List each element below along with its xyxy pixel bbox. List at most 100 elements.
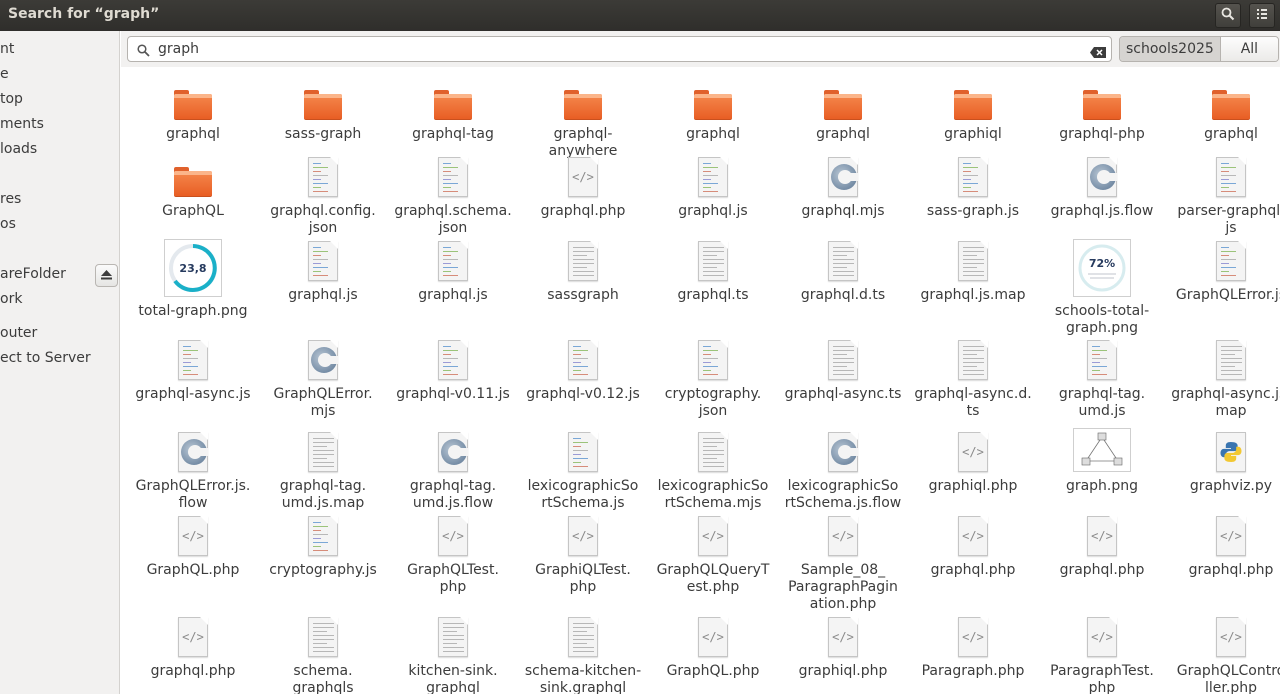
file-item[interactable]: GraphQL	[130, 153, 256, 220]
file-item[interactable]: </> Paragraph.php	[910, 613, 1036, 680]
search-input[interactable]	[158, 40, 1058, 58]
file-item[interactable]: </> graphiql.php	[780, 613, 906, 680]
file-item[interactable]: 72% schools-total- graph.png	[1039, 237, 1165, 337]
file-item[interactable]: lexicographicSo rtSchema.js.flow	[780, 428, 906, 512]
file-item[interactable]: </> GraphQL.php	[650, 613, 776, 680]
file-item[interactable]: graphql	[650, 76, 776, 143]
file-item[interactable]: graphql.mjs	[780, 153, 906, 220]
sidebar-item-computer[interactable]: outer	[0, 323, 37, 343]
file-item[interactable]: sass-graph	[260, 76, 386, 143]
scope-current-folder-button[interactable]: schools2025	[1120, 37, 1221, 61]
file-item[interactable]: graphql.d.ts	[780, 237, 906, 304]
file-item[interactable]: sassgraph	[520, 237, 646, 304]
text-file-icon	[520, 613, 646, 657]
search-field[interactable]	[127, 36, 1112, 62]
file-name: graphiql.php	[798, 663, 888, 679]
file-item[interactable]: graph.png	[1039, 428, 1165, 495]
file-item[interactable]: graphql-tag. umd.js.map	[260, 428, 386, 512]
file-item[interactable]: graphql-async.js. map	[1168, 336, 1280, 420]
file-item[interactable]: graphql-async.js	[130, 336, 256, 403]
file-item[interactable]: </> graphiql.php	[910, 428, 1036, 495]
sidebar-item-home[interactable]: e	[0, 64, 9, 84]
file-name: sass-graph.js	[926, 203, 1020, 219]
file-item[interactable]: 23,8 total-graph.png	[130, 237, 256, 320]
file-item[interactable]: graphql.schema. json	[390, 153, 516, 237]
php-file-icon: </>	[1039, 512, 1165, 556]
file-item[interactable]: graphql- anywhere	[520, 76, 646, 160]
file-item[interactable]: graphql	[130, 76, 256, 143]
file-item[interactable]: GraphQLError. mjs	[260, 336, 386, 420]
file-item[interactable]: </> graphql.php	[1039, 512, 1165, 579]
folder-icon	[780, 76, 906, 120]
file-item[interactable]: </> ParagraphTest. php	[1039, 613, 1165, 694]
sidebar-item-documents[interactable]: ments	[0, 114, 44, 134]
clear-search-icon[interactable]	[1090, 43, 1106, 62]
file-item[interactable]: graphql-v0.11.js	[390, 336, 516, 403]
file-item[interactable]: </> GraphQL.php	[130, 512, 256, 579]
file-item[interactable]: cryptography.js	[260, 512, 386, 579]
source-code-icon	[130, 336, 256, 380]
file-item[interactable]: graphql.js	[650, 153, 776, 220]
search-scope: schools2025 All Files	[1119, 36, 1279, 62]
sidebar-item-pictures[interactable]: res	[0, 189, 21, 209]
file-name: cryptography.js	[269, 562, 377, 578]
file-item[interactable]: graphql-tag	[390, 76, 516, 143]
file-item[interactable]: sass-graph.js	[910, 153, 1036, 220]
file-item[interactable]: schema-kitchen- sink.graphql	[520, 613, 646, 694]
php-file-icon: </>	[1168, 613, 1280, 657]
file-item[interactable]: graphql-async.d. ts	[910, 336, 1036, 420]
file-item[interactable]: graphql-tag. umd.js.flow	[390, 428, 516, 512]
view-menu-button[interactable]	[1249, 3, 1275, 28]
file-item[interactable]: graphql.js	[390, 237, 516, 304]
sidebar-item-videos[interactable]: os	[0, 214, 16, 234]
file-item[interactable]: </> graphql.php	[1168, 512, 1280, 579]
file-item[interactable]: graphql-php	[1039, 76, 1165, 143]
file-item[interactable]: </> graphql.php	[910, 512, 1036, 579]
file-item[interactable]: graphql-async.ts	[780, 336, 906, 403]
file-item[interactable]: </> GraphQLQueryT est.php	[650, 512, 776, 596]
sidebar-item-connect-to-server[interactable]: ect to Server	[0, 348, 91, 368]
file-item[interactable]: lexicographicSo rtSchema.mjs	[650, 428, 776, 512]
sidebar-item-recent[interactable]: nt	[0, 39, 14, 59]
search-button[interactable]	[1215, 3, 1241, 28]
php-file-icon: </>	[520, 512, 646, 556]
image-thumbnail: 72%	[1039, 237, 1165, 297]
file-item[interactable]: graphiql	[910, 76, 1036, 143]
file-item[interactable]: schema. graphqls	[260, 613, 386, 694]
file-item[interactable]: GraphQLError.js	[1168, 237, 1280, 304]
file-name: graphql-v0.12.js	[526, 386, 640, 402]
file-item[interactable]: kitchen-sink. graphql	[390, 613, 516, 694]
sidebar-item-network[interactable]: ork	[0, 289, 22, 309]
file-item[interactable]: GraphQLError.js. flow	[130, 428, 256, 512]
file-item[interactable]: </> GraphQLTest. php	[390, 512, 516, 596]
file-item[interactable]: </> GraphQLContro ller.php	[1168, 613, 1280, 694]
file-item[interactable]: graphql-v0.12.js	[520, 336, 646, 403]
sidebar-item-sharefolder[interactable]: areFolder	[0, 264, 66, 284]
file-item[interactable]: graphql-tag. umd.js	[1039, 336, 1165, 420]
file-item[interactable]: graphql.js.map	[910, 237, 1036, 304]
eject-button[interactable]	[95, 264, 118, 287]
file-item[interactable]: </> GraphiQLTest. php	[520, 512, 646, 596]
file-item[interactable]: </> graphql.php	[130, 613, 256, 680]
file-item[interactable]: </> graphql.php	[520, 153, 646, 220]
source-code-icon	[390, 237, 516, 281]
file-item[interactable]: graphql	[780, 76, 906, 143]
file-item[interactable]: graphql	[1168, 76, 1280, 143]
folder-icon	[910, 76, 1036, 120]
file-item[interactable]: graphql.js.flow	[1039, 153, 1165, 220]
file-item[interactable]: parser-graphql. js	[1168, 153, 1280, 237]
file-name: Paragraph.php	[921, 663, 1025, 679]
scope-all-files-button[interactable]: All Files	[1220, 37, 1278, 61]
file-item[interactable]: graphql.config. json	[260, 153, 386, 237]
file-name: graphql-tag. umd.js	[1058, 386, 1146, 419]
file-item[interactable]: graphql.js	[260, 237, 386, 304]
file-item[interactable]: graphql.ts	[650, 237, 776, 304]
file-item[interactable]: </> Sample_08_ ParagraphPagin ation.php	[780, 512, 906, 613]
sidebar-item-desktop[interactable]: top	[0, 89, 23, 109]
file-item[interactable]: lexicographicSo rtSchema.js	[520, 428, 646, 512]
file-name: cryptography. json	[664, 386, 762, 419]
sidebar-item-downloads[interactable]: loads	[0, 139, 37, 159]
file-item[interactable]: graphviz.py	[1168, 428, 1280, 495]
file-item[interactable]: cryptography. json	[650, 336, 776, 420]
source-code-icon	[520, 336, 646, 380]
